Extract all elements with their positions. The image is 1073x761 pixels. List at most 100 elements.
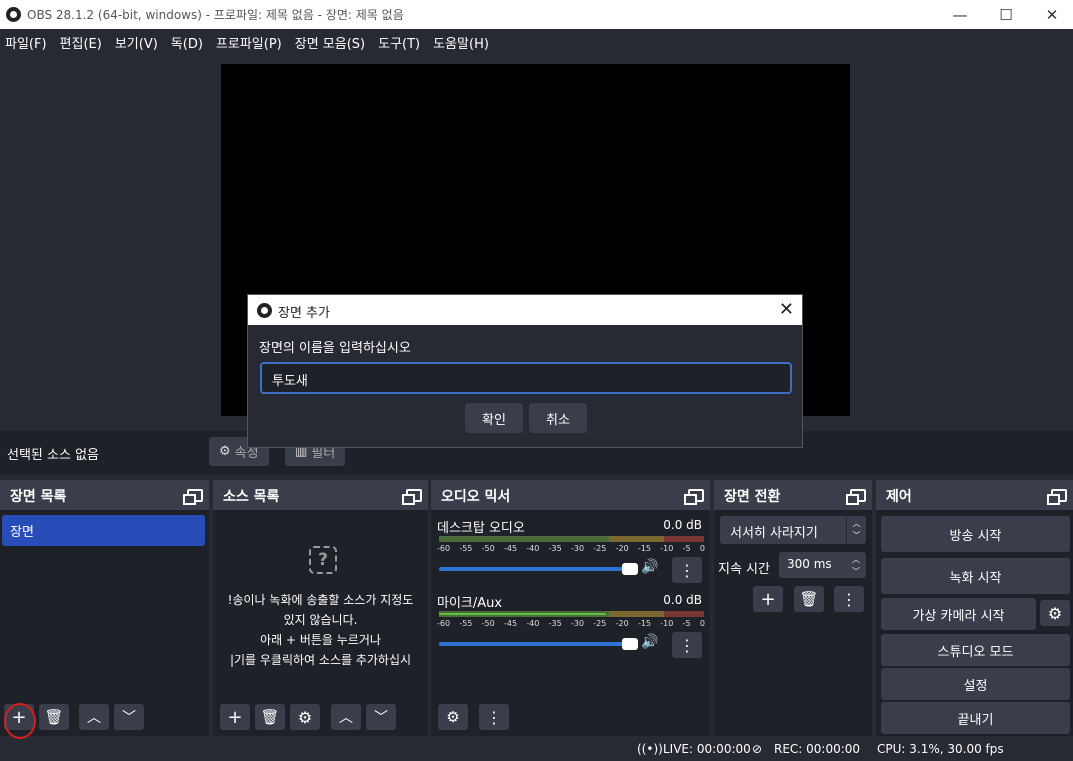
meter-tick-label: -25 xyxy=(593,619,607,628)
highlight-circle xyxy=(4,703,36,739)
maximize-button[interactable]: ☐ xyxy=(983,0,1029,29)
remove-source-button[interactable]: 🗑 xyxy=(255,704,285,730)
transitions-dock-title: 장면 전환 xyxy=(724,489,781,505)
mixer-menu-button[interactable]: ⋮ xyxy=(479,704,509,730)
meter-tick-label: -5 xyxy=(682,544,691,553)
add-source-button[interactable]: + xyxy=(220,704,250,730)
slider-handle[interactable] xyxy=(622,563,638,575)
ok-button[interactable]: 확인 xyxy=(465,403,523,433)
start-virtual-camera-button[interactable]: 가상 카메라 시작 xyxy=(881,598,1036,630)
meter-tick-label: 0 xyxy=(699,544,705,553)
meter-ticks: -60 -55 -50 -45 -40 -35 -30 -25 -20 -15 -10 -5 0 xyxy=(437,619,705,628)
cpu-status: CPU: 3.1%, 30.00 fps xyxy=(877,742,1004,756)
source-properties-button[interactable]: ⚙ xyxy=(290,704,320,730)
meter-tick-label: -35 xyxy=(548,544,562,553)
menu-view[interactable]: 보기(V) xyxy=(110,29,166,53)
menu-edit[interactable]: 편집(E) xyxy=(55,29,110,53)
meter-tick-label: -45 xyxy=(503,544,518,553)
slider-handle[interactable] xyxy=(622,638,638,650)
track-name: 데스크탑 오디오 xyxy=(437,521,525,536)
menu-tools[interactable]: 도구(T) xyxy=(373,29,428,53)
plus-icon: + xyxy=(760,588,776,610)
spinner-arrows-icon[interactable]: ︿ ﹀ xyxy=(846,516,866,544)
question-icon: ? xyxy=(309,546,337,574)
kebab-icon: ⋮ xyxy=(679,560,695,580)
add-transition-button[interactable]: + xyxy=(753,586,783,612)
start-recording-button[interactable]: 녹화 시작 xyxy=(881,558,1070,594)
transition-menu-button[interactable]: ⋮ xyxy=(834,586,864,612)
volume-slider[interactable] xyxy=(439,563,638,575)
scene-name-input[interactable]: 투도새 xyxy=(260,362,792,394)
settings-button[interactable]: 설정 xyxy=(881,668,1070,700)
gear-icon: ⚙ xyxy=(297,707,313,727)
cancel-button[interactable]: 취소 xyxy=(529,403,587,433)
studio-mode-button[interactable]: 스튜디오 모드 xyxy=(881,634,1070,666)
gear-icon: ⚙ xyxy=(219,444,231,459)
controls-dock-title: 제어 xyxy=(886,489,912,505)
empty-line: |기를 우클릭하여 소스를 추가하십시 xyxy=(229,653,412,667)
move-source-down-button[interactable]: ﹀ xyxy=(366,704,396,730)
track-menu-button[interactable]: ⋮ xyxy=(672,632,702,658)
transition-select[interactable]: 서서히 사라지기 ︿ ﹀ xyxy=(720,516,866,544)
kebab-icon: ⋮ xyxy=(486,707,502,727)
sources-dock-title: 소스 목록 xyxy=(223,489,280,505)
gear-icon: ⚙ xyxy=(1047,603,1063,623)
close-window-button[interactable]: ✕ xyxy=(1029,0,1073,29)
start-streaming-button[interactable]: 방송 시작 xyxy=(881,516,1070,552)
add-scene-dialog: 장면 추가 ✕ 장면의 이름을 입력하십시오 투도새 확인 취소 xyxy=(247,294,803,448)
undock-icon[interactable] xyxy=(402,489,422,505)
sources-dock: 소스 목록 ? !송이나 녹화에 송출할 소스가 지정도 있지 않습니다. 아래… xyxy=(213,480,428,736)
menu-help[interactable]: 도움말(H) xyxy=(428,29,497,53)
speaker-icon[interactable]: 🔊 xyxy=(641,559,658,575)
trash-icon: 🗑 xyxy=(260,708,280,726)
menu-file[interactable]: 파일(F) xyxy=(0,29,55,53)
menu-dock[interactable]: 독(D) xyxy=(166,29,211,53)
move-scene-down-button[interactable]: ﹀ xyxy=(114,704,144,730)
rec-status: REC: 00:00:00 xyxy=(774,742,861,756)
move-scene-up-button[interactable]: ︿ xyxy=(79,704,109,730)
spinner-arrows-icon[interactable]: ︿ ﹀ xyxy=(846,552,866,578)
advanced-audio-button[interactable]: ⚙ xyxy=(438,704,468,730)
remove-scene-button[interactable]: 🗑 xyxy=(39,704,69,730)
menu-scene-collection[interactable]: 장면 모음(S) xyxy=(290,29,373,53)
meter-ticks: -60 -55 -50 -45 -40 -35 -30 -25 -20 -15 -10 -5 0 xyxy=(437,544,705,553)
meter-tick-label: -50 xyxy=(481,544,495,553)
obs-logo-icon xyxy=(257,303,272,318)
undock-icon[interactable] xyxy=(846,489,866,505)
meter-tick-label: -20 xyxy=(615,544,629,553)
kebab-icon: ⋮ xyxy=(841,589,857,609)
mixer-dock-header: 오디오 믹서 xyxy=(431,480,710,510)
track-db: 0.0 dB xyxy=(663,518,702,532)
move-source-up-button[interactable]: ︿ xyxy=(331,704,361,730)
meter-tick-label: -15 xyxy=(637,619,652,628)
undock-icon[interactable] xyxy=(1047,489,1067,505)
exit-button[interactable]: 끝내기 xyxy=(881,702,1070,734)
meter-tick-label: -5 xyxy=(682,619,691,628)
meter-tick-label: -10 xyxy=(660,619,674,628)
menu-profile[interactable]: 프로파일(P) xyxy=(211,29,290,53)
virtual-camera-settings-button[interactable]: ⚙ xyxy=(1040,600,1070,626)
speaker-icon[interactable]: 🔊 xyxy=(641,634,658,650)
scene-list-item[interactable]: 장면 xyxy=(2,515,205,546)
dialog-titlebar: 장면 추가 ✕ xyxy=(248,295,802,325)
undock-icon[interactable] xyxy=(684,489,704,505)
duration-spinbox[interactable]: 300 ms ︿ ﹀ xyxy=(779,552,866,578)
meter-tick-label: -40 xyxy=(526,544,540,553)
close-icon[interactable]: ✕ xyxy=(779,299,794,320)
track-menu-button[interactable]: ⋮ xyxy=(672,557,702,583)
meter-tick-label: -30 xyxy=(570,619,585,628)
meter-tick-label: -60 xyxy=(437,619,451,628)
meter-tick-label: -20 xyxy=(615,619,629,628)
undock-icon[interactable] xyxy=(183,489,203,505)
minimize-button[interactable]: — xyxy=(937,0,983,29)
gears-icon: ⚙ xyxy=(446,708,460,726)
volume-meter xyxy=(439,611,704,617)
volume-slider[interactable] xyxy=(439,638,638,650)
trash-icon: 🗑 xyxy=(799,590,819,608)
record-icon: ⊘ xyxy=(752,742,763,756)
transitions-dock: 장면 전환 서서히 사라지기 ︿ ﹀ 지속 시간 300 ms ︿ ﹀ + 🗑 ⋮ xyxy=(714,480,872,736)
scenes-dock: 장면 목록 장면 + 🗑 ︿ ﹀ xyxy=(0,480,209,736)
remove-transition-button[interactable]: 🗑 xyxy=(794,586,824,612)
mixer-dock-title: 오디오 믹서 xyxy=(441,489,511,505)
duration-label: 지속 시간 xyxy=(718,562,770,577)
